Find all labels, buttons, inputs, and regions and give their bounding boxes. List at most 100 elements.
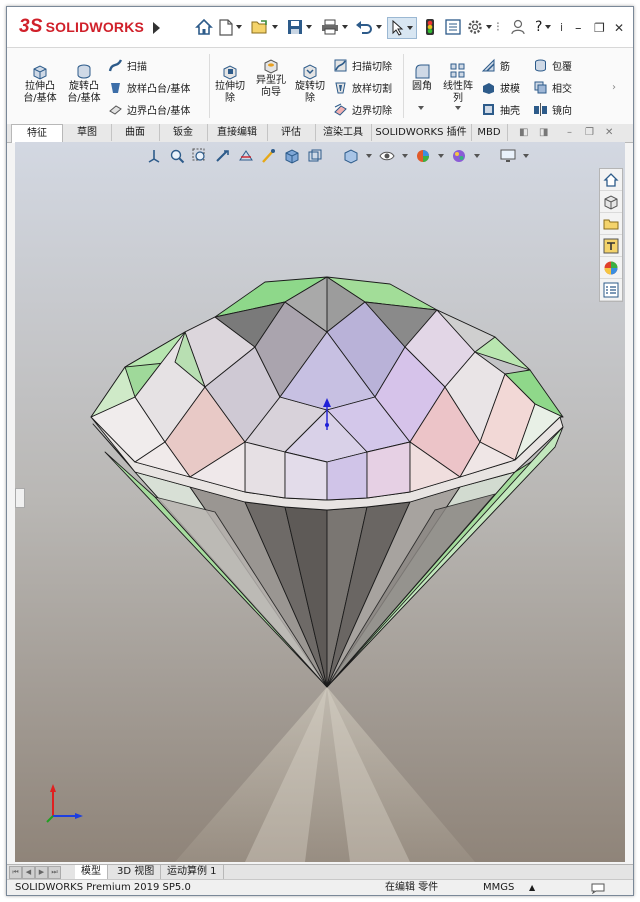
diamond-model — [90, 276, 564, 862]
tab-direct-editing[interactable]: 直接编辑 — [207, 124, 268, 141]
rib-label: 筋 — [500, 61, 510, 73]
status-bar: SOLIDWORKS Premium 2019 SP5.0 在编辑 零件 MMG… — [7, 879, 633, 895]
intersect-button[interactable]: 相交 — [533, 78, 572, 96]
lofted-cut-icon — [335, 82, 346, 93]
home-icon[interactable] — [195, 17, 213, 37]
boundary-boss-icon — [109, 104, 122, 115]
open-icon[interactable] — [251, 17, 278, 37]
last-tab-arrow-icon[interactable]: ⏭ — [48, 866, 61, 879]
wrap-label: 包覆 — [552, 61, 572, 73]
first-tab-arrow-icon[interactable]: ⏮ — [9, 866, 22, 879]
extrude-cut-button[interactable]: 拉伸切除 — [213, 62, 247, 105]
doc-restore-button[interactable]: ❐ — [585, 127, 594, 138]
ribbon-expand-chevron-icon[interactable]: › — [612, 78, 616, 96]
tab-3d-views[interactable]: 3D 视图 — [111, 865, 162, 879]
doc-close-button[interactable]: ✕ — [605, 127, 613, 138]
help-icon[interactable]: ? — [535, 17, 551, 37]
status-help-icon[interactable] — [591, 880, 605, 895]
traffic-light-icon[interactable] — [425, 17, 435, 37]
tab-sketch[interactable]: 草图 — [63, 124, 112, 141]
new-document-icon[interactable] — [219, 17, 242, 37]
linear-pattern-button[interactable]: 线性阵列 — [441, 62, 475, 105]
rib-button[interactable]: 筋 — [481, 56, 510, 74]
tab-evaluate[interactable]: 评估 — [267, 124, 316, 141]
boundary-boss-label: 边界凸台/基体 — [127, 105, 191, 117]
menu-expand-arrow-icon[interactable] — [153, 22, 160, 34]
linear-pattern-label: 线性阵列 — [443, 81, 473, 104]
edit-mode-label: 在编辑 零件 — [385, 882, 439, 893]
rib-icon — [481, 58, 495, 72]
close-button[interactable]: ✕ — [614, 21, 624, 35]
revolve-boss-label: 旋转凸台/基体 — [67, 81, 101, 104]
version-label: SOLIDWORKS Premium 2019 SP5.0 — [15, 882, 191, 893]
extrude-boss-icon — [33, 65, 47, 80]
fillet-button[interactable]: 圆角 — [409, 62, 435, 93]
file-properties-icon[interactable] — [445, 17, 461, 37]
tab-sheet-metal[interactable]: 钣金 — [159, 124, 208, 141]
print-icon[interactable] — [321, 17, 348, 37]
logo-ds-mark: 3S — [19, 16, 43, 37]
extrude-cut-icon — [223, 65, 237, 80]
sweep-icon — [108, 58, 123, 71]
unit-system-label[interactable]: MMGS — [483, 880, 514, 895]
tab-motion-study-1[interactable]: 运动算例 1 — [161, 865, 224, 879]
mirror-button[interactable]: 镜向 — [533, 100, 572, 118]
unit-system-arrow-icon[interactable]: ▲ — [529, 880, 535, 895]
revolve-boss-button[interactable]: 旋转凸台/基体 — [65, 62, 103, 105]
tab-solidworks-addins[interactable]: SOLIDWORKS 插件 — [371, 124, 472, 141]
ribbon-separator — [209, 54, 210, 118]
intersect-label: 相交 — [552, 83, 572, 95]
restore-button[interactable]: ❐ — [594, 21, 605, 35]
lofted-cut-label: 放样切割 — [352, 83, 392, 95]
swept-cut-button[interactable]: 扫描切除 — [333, 56, 392, 74]
sweep-button[interactable]: 扫描 — [108, 56, 147, 74]
user-icon[interactable] — [511, 17, 525, 37]
boundary-cut-label: 边界切除 — [352, 105, 392, 117]
draft-button[interactable]: 拔模 — [481, 78, 520, 96]
info-icon[interactable]: i — [560, 17, 563, 37]
linear-pattern-dropdown[interactable] — [450, 106, 466, 110]
tab-render-tools[interactable]: 渲染工具 — [315, 124, 372, 141]
extrude-cut-label: 拉伸切除 — [215, 81, 245, 104]
panel-toggle-icon[interactable]: ◨ — [539, 127, 548, 138]
boundary-cut-button[interactable]: 边界切除 — [333, 100, 392, 118]
shell-button[interactable]: 抽壳 — [481, 100, 520, 118]
floor-reflection — [175, 687, 475, 862]
hole-wizard-label: 异型孔向导 — [256, 75, 286, 98]
undo-icon[interactable] — [355, 17, 382, 37]
loft-boss-button[interactable]: 放样凸台/基体 — [108, 78, 190, 96]
prev-tab-arrow-icon[interactable]: ◀ — [22, 866, 35, 879]
doc-minimize-button[interactable]: – — [567, 127, 572, 138]
lofted-cut-button[interactable]: 放样切割 — [333, 78, 392, 96]
loft-boss-label: 放样凸台/基体 — [127, 83, 191, 95]
chevron-down-icon — [455, 106, 461, 110]
minimize-button[interactable]: – — [575, 21, 582, 36]
graphics-area[interactable] — [15, 142, 625, 862]
tab-surfaces[interactable]: 曲面 — [111, 124, 160, 141]
tab-model[interactable]: 模型 — [75, 865, 108, 879]
save-icon[interactable] — [287, 17, 312, 37]
boundary-cut-icon — [334, 103, 347, 116]
tab-scroll-icon[interactable]: ◧ — [519, 127, 528, 138]
ribbon-separator — [403, 54, 404, 118]
boundary-boss-button[interactable]: 边界凸台/基体 — [108, 100, 190, 118]
swept-cut-label: 扫描切除 — [352, 61, 392, 73]
revolve-cut-button[interactable]: 旋转切除 — [293, 62, 327, 105]
extrude-boss-label: 拉伸凸台/基体 — [23, 81, 57, 104]
shell-label: 抽壳 — [500, 105, 520, 117]
wrap-button[interactable]: 包覆 — [533, 56, 572, 74]
fillet-dropdown[interactable] — [413, 106, 429, 110]
shell-icon — [483, 103, 494, 115]
tab-features[interactable]: 特征 — [11, 124, 63, 143]
draft-label: 拔模 — [500, 83, 520, 95]
wrap-icon — [535, 59, 546, 71]
options-gear-icon[interactable] — [467, 17, 492, 37]
select-arrow-icon[interactable] — [387, 17, 417, 39]
solidworks-logo[interactable]: 3S SOLIDWORKS — [19, 16, 144, 38]
extrude-boss-button[interactable]: 拉伸凸台/基体 — [21, 62, 59, 105]
next-tab-arrow-icon[interactable]: ▶ — [35, 866, 48, 879]
sweep-label: 扫描 — [127, 61, 147, 73]
hole-wizard-button[interactable]: 异型孔向导 — [252, 56, 290, 99]
intersect-icon — [534, 81, 547, 93]
tab-mbd[interactable]: MBD — [471, 124, 508, 141]
